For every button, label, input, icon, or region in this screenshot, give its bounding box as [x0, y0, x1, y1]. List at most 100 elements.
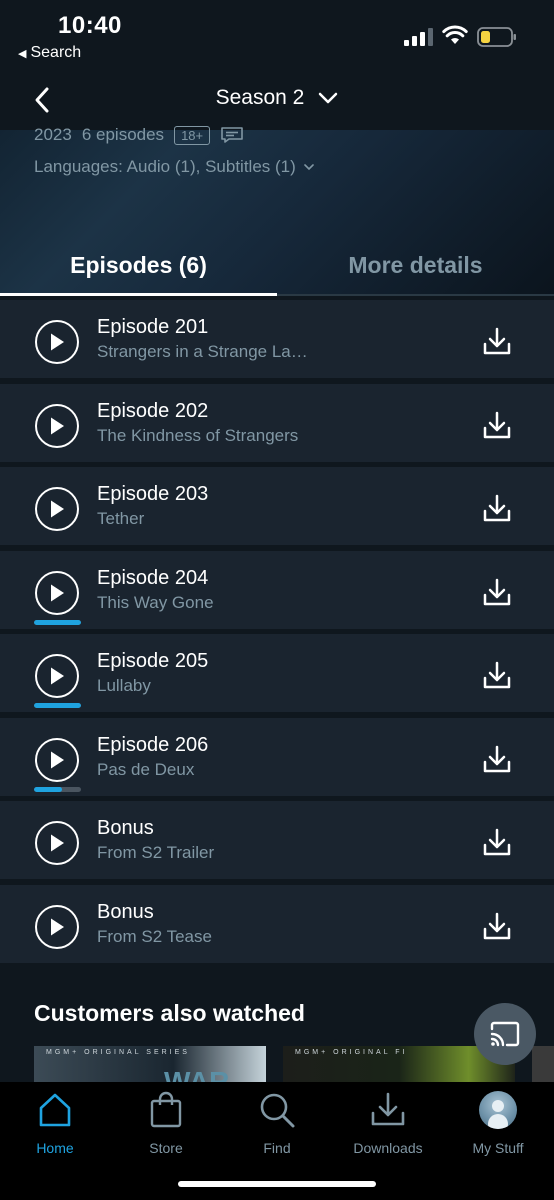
episode-row[interactable]: Episode 204 This Way Gone — [0, 550, 554, 629]
battery-icon — [477, 27, 516, 47]
recommended-thumbnail[interactable]: MGM+ ORIGINAL SERIES WAR — [34, 1046, 266, 1082]
cellular-signal-icon — [404, 28, 433, 46]
play-button[interactable] — [35, 821, 79, 865]
play-icon — [51, 417, 64, 434]
download-icon[interactable] — [482, 493, 512, 525]
season-meta: 2023 6 episodes 18+ — [34, 122, 244, 148]
home-icon — [39, 1093, 71, 1127]
episode-subtitle: This Way Gone — [97, 592, 214, 612]
play-button[interactable] — [35, 904, 79, 949]
thumbnail-tag: MGM+ ORIGINAL SERIES — [46, 1049, 190, 1056]
download-icon — [371, 1092, 405, 1126]
episode-subtitle: Lullaby — [97, 676, 151, 695]
download-icon[interactable] — [482, 911, 512, 943]
play-icon — [51, 500, 64, 518]
episode-row[interactable]: Episode 206 Pas de Deux — [0, 717, 554, 796]
nav-label: Downloads — [353, 1140, 423, 1156]
download-icon[interactable] — [482, 410, 512, 442]
tab-episodes[interactable]: Episodes (6) — [0, 236, 277, 294]
download-icon[interactable] — [482, 326, 512, 358]
episode-title: Episode 201 — [97, 316, 209, 338]
back-triangle-icon: ◀ — [18, 47, 27, 60]
nav-find[interactable]: Find — [222, 1090, 332, 1160]
download-icon[interactable] — [482, 744, 512, 776]
thumbnail-tag: MGM+ ORIGINAL FI — [295, 1049, 408, 1056]
episode-title: Episode 202 — [97, 399, 209, 422]
tab-active-indicator — [0, 293, 277, 296]
episode-subtitle: From S2 Trailer — [97, 843, 215, 862]
play-icon — [51, 751, 64, 768]
play-button[interactable] — [35, 654, 79, 698]
play-icon — [51, 333, 64, 351]
episode-title: Episode 205 — [97, 650, 209, 672]
release-year: 2023 — [34, 125, 72, 144]
nav-store[interactable]: Store — [111, 1090, 221, 1160]
status-bar: 10:40 ◀ Search — [0, 0, 554, 70]
episode-row[interactable]: Episode 201 Strangers in a Strange La… — [0, 300, 554, 378]
wifi-icon — [442, 25, 468, 44]
episode-title: Bonus — [97, 900, 154, 923]
episode-row[interactable]: Episode 203 Tether — [0, 467, 554, 545]
nav-label: Store — [149, 1140, 183, 1156]
play-button[interactable] — [35, 320, 79, 364]
nav-my-stuff[interactable]: My Stuff — [443, 1090, 553, 1160]
languages-selector[interactable]: Languages: Audio (1), Subtitles (1) — [34, 157, 314, 177]
episode-title: Episode 204 — [97, 566, 209, 589]
recommended-thumbnail[interactable] — [532, 1046, 554, 1082]
season-selector[interactable]: Season 2 — [0, 86, 554, 110]
nav-label: Home — [36, 1140, 74, 1156]
play-icon — [51, 918, 64, 935]
watch-progress-fill — [34, 703, 81, 708]
episode-subtitle: Tether — [97, 509, 145, 528]
play-button[interactable] — [35, 737, 79, 782]
watch-progress-bar — [34, 619, 81, 625]
episode-subtitle: Pas de Deux — [97, 759, 195, 779]
chevron-down-icon — [303, 163, 314, 170]
play-button[interactable] — [35, 570, 79, 615]
customers-also-watched-title: Customers also watched — [34, 1000, 305, 1026]
download-icon[interactable] — [482, 577, 512, 609]
nav-home[interactable]: Home — [0, 1090, 110, 1160]
search-icon — [260, 1093, 295, 1128]
download-icon[interactable] — [482, 827, 512, 859]
nav-label: My Stuff — [472, 1140, 524, 1156]
nav-label: Find — [263, 1140, 291, 1156]
episode-title: Episode 206 — [97, 733, 209, 756]
subtitles-icon — [221, 127, 243, 143]
episode-row[interactable]: Episode 205 Lullaby — [0, 634, 554, 712]
rating-badge: 18+ — [174, 125, 211, 145]
tab-bar: Episodes (6) More details — [0, 236, 554, 296]
watch-progress-bar — [34, 703, 81, 708]
status-time: 10:40 — [58, 12, 122, 39]
chevron-down-icon — [319, 92, 338, 104]
tab-more-details[interactable]: More details — [277, 236, 554, 294]
back-to-app-link[interactable]: ◀ Search — [18, 44, 81, 62]
episode-subtitle: Strangers in a Strange La… — [97, 342, 308, 361]
play-button[interactable] — [35, 403, 79, 448]
watch-progress-fill — [34, 786, 63, 792]
download-icon[interactable] — [482, 660, 512, 692]
back-app-label: Search — [30, 44, 82, 61]
avatar — [479, 1091, 517, 1129]
episode-row[interactable]: Bonus From S2 Tease — [0, 884, 554, 963]
season-title: Season 2 — [215, 86, 305, 109]
episode-title: Bonus — [97, 817, 154, 839]
episode-row[interactable]: Episode 202 The Kindness of Strangers — [0, 383, 554, 462]
watch-progress-bar — [34, 786, 81, 792]
episode-title: Episode 203 — [97, 483, 209, 505]
cast-button[interactable] — [474, 1003, 536, 1065]
top-navigation: Season 2 — [0, 76, 554, 124]
home-indicator — [178, 1181, 376, 1187]
episode-count: 6 episodes — [81, 125, 165, 144]
shopping-bag-icon — [150, 1091, 182, 1128]
watch-progress-fill — [34, 619, 81, 625]
episode-row[interactable]: Bonus From S2 Trailer — [0, 801, 554, 879]
play-icon — [51, 667, 64, 685]
play-button[interactable] — [35, 487, 79, 531]
episode-subtitle: From S2 Tease — [97, 926, 212, 946]
thumbnail-title: WAR — [164, 1066, 230, 1082]
languages-label: Languages: Audio (1), Subtitles (1) — [34, 157, 296, 176]
play-icon — [51, 584, 64, 601]
nav-downloads[interactable]: Downloads — [333, 1090, 443, 1160]
play-icon — [51, 834, 64, 852]
